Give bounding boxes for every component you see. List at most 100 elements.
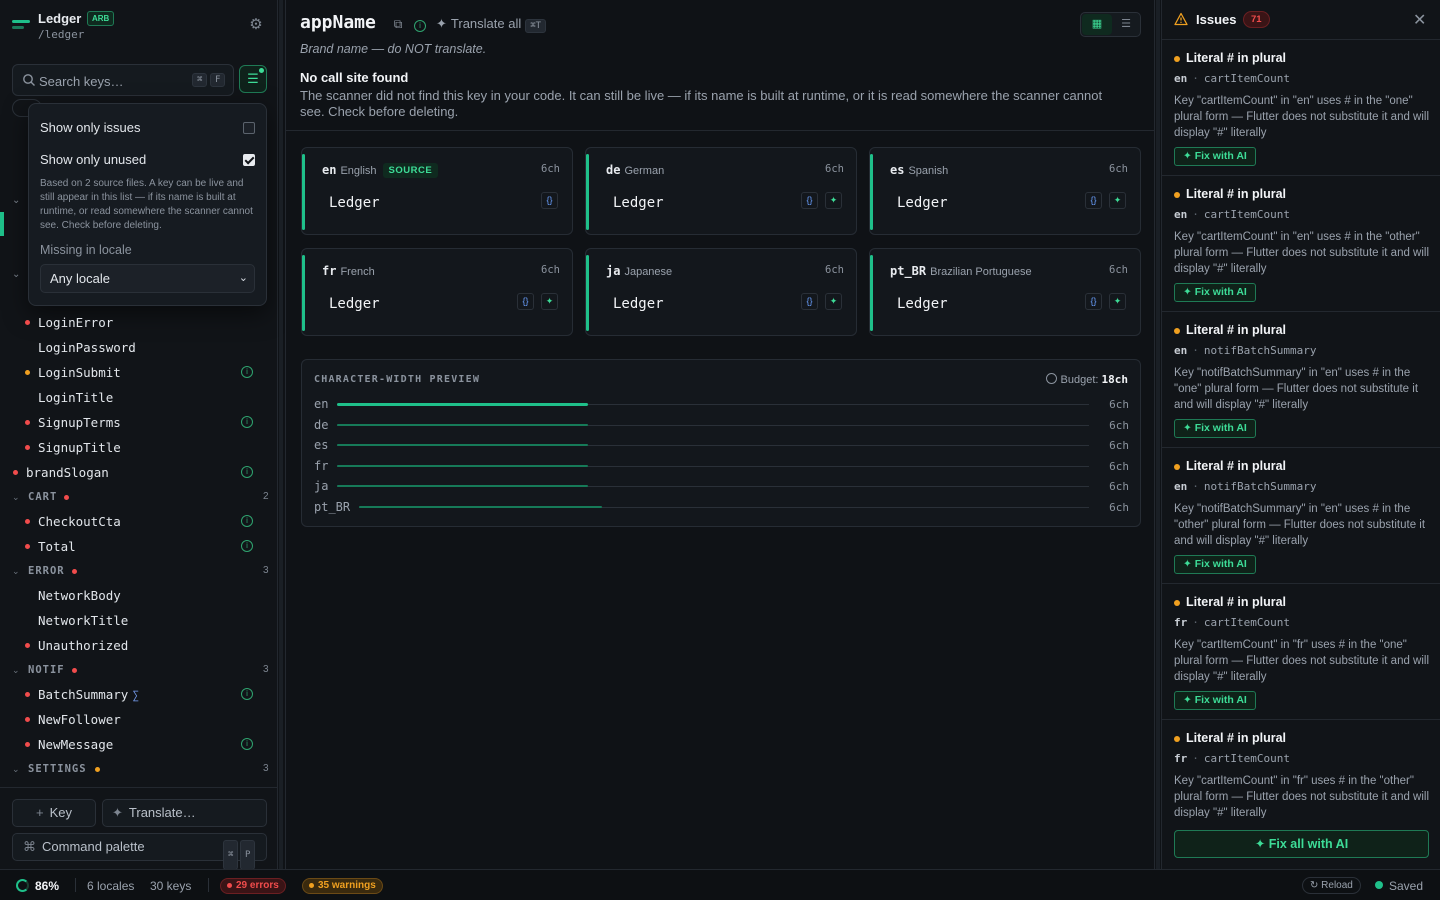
group-count: 3	[263, 763, 269, 774]
show-only-issues-checkbox[interactable]	[243, 122, 255, 134]
tree-key-item[interactable]: Unauthorized	[0, 633, 278, 658]
sparkle-icon: ✦	[1183, 558, 1195, 570]
fix-with-ai-button[interactable]: ✦ Fix with AI	[1174, 555, 1256, 574]
info-icon: i	[241, 515, 253, 527]
issue-item[interactable]: Literal # in plural en · notifBatchSummary K…	[1162, 448, 1440, 584]
grid-view-icon[interactable]: ▦	[1082, 14, 1112, 35]
character-width-preview: CHARACTER-WIDTH PREVIEW Budget: 18ch en 6…	[301, 359, 1141, 527]
tree-group[interactable]: ⌄ CART 2	[0, 485, 278, 509]
tree-key-item[interactable]: LoginSubmit i	[0, 360, 278, 385]
issues-header: Issues 71 ✕	[1162, 0, 1440, 40]
ai-translate-icon[interactable]: ✦	[825, 192, 842, 209]
locale-card[interactable]: es Spanish 6ch Ledger {} ✦	[869, 147, 1141, 235]
ai-translate-icon[interactable]: ✦	[1109, 192, 1126, 209]
locale-card[interactable]: fr French 6ch Ledger {} ✦	[301, 248, 573, 336]
tree-key-item[interactable]: CheckoutCta i	[0, 509, 278, 534]
locale-card[interactable]: pt_BR Brazilian Portuguese 6ch Ledger {} ✦	[869, 248, 1141, 336]
fix-with-ai-button[interactable]: ✦ Fix with AI	[1174, 147, 1256, 166]
sparkle-icon: ✦	[1183, 150, 1195, 162]
tree-key-item[interactable]: Total i	[0, 534, 278, 559]
translate-button[interactable]: ✦ Translate…	[102, 799, 267, 827]
key-name: brandSlogan	[26, 460, 109, 485]
tree-group[interactable]: ⌄ ERROR 3	[0, 559, 278, 583]
placeholder-icon[interactable]: {}	[801, 293, 818, 310]
issue-title: Literal # in plural	[1186, 459, 1287, 473]
command-icon: ⌘	[23, 839, 36, 854]
issue-item[interactable]: Literal # in plural en · cartItemCount Key "…	[1162, 40, 1440, 176]
separator: ·	[1192, 616, 1199, 629]
ai-translate-icon[interactable]: ✦	[541, 293, 558, 310]
tree-key-item[interactable]: SignupTerms i	[0, 410, 278, 435]
tree-key-item[interactable]: LoginError	[0, 310, 278, 335]
tree-key-item[interactable]: LoginTitle	[0, 385, 278, 410]
tree-key-item[interactable]: brandSlogan i	[0, 460, 278, 485]
fix-with-ai-label: Fix with AI	[1194, 150, 1247, 162]
key-name-text: NetworkBody	[38, 588, 121, 603]
placeholder-icon[interactable]: {}	[541, 192, 558, 209]
ai-translate-icon[interactable]: ✦	[825, 293, 842, 310]
list-view-icon[interactable]: ☰	[1112, 14, 1140, 35]
group-status-dot	[94, 767, 100, 772]
copy-icon[interactable]: ⧉	[390, 16, 406, 32]
add-key-button[interactable]: + Key	[12, 799, 96, 827]
tree-key-item[interactable]: NetworkBody	[0, 583, 278, 608]
tree-key-item[interactable]: NewMessage i	[0, 732, 278, 757]
translation-value[interactable]: Ledger	[897, 296, 948, 312]
tree-key-item[interactable]: NewFollower	[0, 707, 278, 732]
sidebar-resize-handle[interactable]	[279, 0, 283, 869]
issue-item[interactable]: Literal # in plural fr · cartItemCount Key "…	[1162, 584, 1440, 720]
translation-value[interactable]: Ledger	[613, 195, 664, 211]
reload-label: Reload	[1321, 880, 1353, 891]
placeholder-icon[interactable]: {}	[1085, 192, 1102, 209]
translation-value[interactable]: Ledger	[897, 195, 948, 211]
translation-value[interactable]: Ledger	[329, 195, 380, 211]
search-input[interactable]	[39, 71, 189, 91]
sparkle-icon: ✦	[1183, 422, 1195, 434]
locale-card[interactable]: ja Japanese 6ch Ledger {} ✦	[585, 248, 857, 336]
issue-item[interactable]: Literal # in plural fr · cartItemCount Key "…	[1162, 720, 1440, 818]
preview-width: 6ch	[1109, 501, 1129, 514]
key-name-text: SignupTitle	[38, 440, 121, 455]
locale-header: fr French	[322, 264, 375, 278]
translation-value[interactable]: Ledger	[329, 296, 380, 312]
close-icon[interactable]: ✕	[1413, 10, 1426, 30]
issue-item[interactable]: Literal # in plural en · cartItemCount Key "…	[1162, 176, 1440, 312]
gear-icon[interactable]: ⚙	[246, 15, 266, 35]
preview-row: en 6ch	[314, 396, 1129, 414]
fix-with-ai-button[interactable]: ✦ Fix with AI	[1174, 691, 1256, 710]
reload-button[interactable]: ↻ Reload	[1302, 877, 1361, 894]
tree-group[interactable]: ⌄ SETTINGS 3	[0, 757, 278, 781]
warning-count-badge[interactable]: 35 warnings	[302, 878, 383, 894]
ai-translate-icon[interactable]: ✦	[1109, 293, 1126, 310]
group-status-dot	[64, 495, 70, 500]
tree-key-item[interactable]: LoginPassword	[0, 335, 278, 360]
issue-item[interactable]: Literal # in plural en · notifBatchSummary K…	[1162, 312, 1440, 448]
placeholder-icon[interactable]: {}	[517, 293, 534, 310]
show-only-unused-checkbox[interactable]	[243, 154, 255, 166]
error-count-badge[interactable]: 29 errors	[220, 878, 286, 894]
placeholder-icon[interactable]: {}	[1085, 293, 1102, 310]
locale-select[interactable]: Any locale ⌄	[40, 264, 255, 293]
tree-group[interactable]: ⌄ NOTIF 3	[0, 658, 278, 682]
fix-with-ai-button[interactable]: ✦ Fix with AI	[1174, 419, 1256, 438]
issue-description: Key "cartItemCount" in "fr" uses # in th…	[1174, 775, 1430, 818]
command-palette-button[interactable]: ⌘ Command palette ⌘ P	[12, 833, 267, 870]
translation-value[interactable]: Ledger	[613, 296, 664, 312]
tree-key-item[interactable]: NetworkTitle	[0, 608, 278, 633]
issues-resize-handle[interactable]	[1156, 0, 1160, 869]
separator: ·	[1192, 344, 1199, 357]
key-name-text: NewFollower	[38, 712, 121, 727]
tree-key-item[interactable]: SignupTitle	[0, 435, 278, 460]
translate-all-button[interactable]: ✦ Translate all ⌘T	[436, 16, 547, 33]
group-status-dot	[72, 569, 77, 574]
info-icon[interactable]: i	[412, 16, 428, 32]
fix-all-button[interactable]: ✦ Fix all with AI	[1174, 830, 1429, 858]
locale-card[interactable]: de German 6ch Ledger {} ✦	[585, 147, 857, 235]
key-name: BatchSummary ∑	[38, 682, 139, 708]
fix-with-ai-button[interactable]: ✦ Fix with AI	[1174, 283, 1256, 302]
tree-key-item[interactable]: BatchSummary ∑ i	[0, 682, 278, 707]
filter-button[interactable]: ☰	[239, 65, 267, 93]
group-count: 2	[263, 491, 269, 502]
locale-card[interactable]: en English SOURCE 6ch Ledger {}	[301, 147, 573, 235]
placeholder-icon[interactable]: {}	[801, 192, 818, 209]
